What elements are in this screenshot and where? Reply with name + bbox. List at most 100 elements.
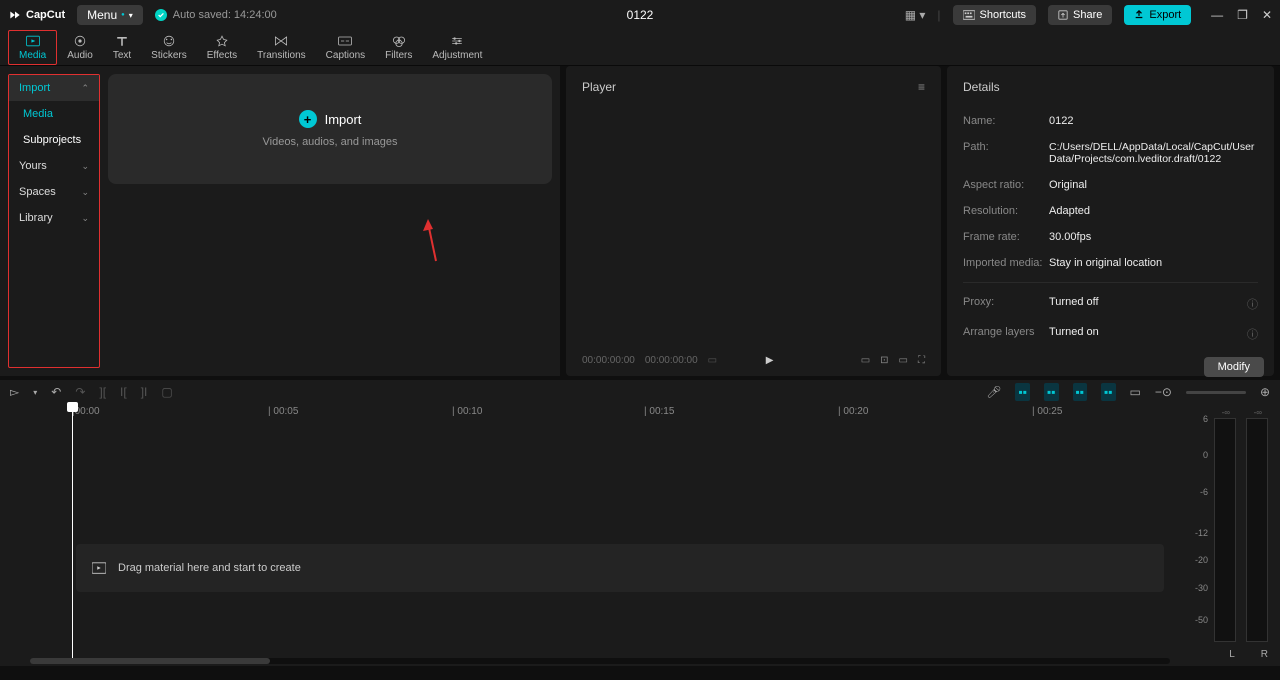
info-icon[interactable]: ⓘ [1247, 296, 1258, 312]
vu-meter: -∞ -∞ 60-6-12-20-30-50 L R [1180, 404, 1280, 666]
split-tool[interactable]: ][ [99, 385, 106, 399]
vu-label-l: L [1229, 649, 1235, 660]
mic-icon[interactable]: 🎤︎ [986, 385, 1001, 399]
tab-transitions[interactable]: Transitions [247, 30, 316, 65]
minimize-button[interactable]: — [1211, 8, 1223, 22]
details-title: Details [963, 80, 1000, 94]
maximize-button[interactable]: ❐ [1237, 8, 1248, 22]
vu-bar-right [1246, 418, 1268, 642]
detail-key-path: Path: [963, 141, 1049, 165]
close-button[interactable]: ✕ [1262, 8, 1272, 22]
chevron-down-icon: ⌄ [81, 213, 89, 224]
fullscreen-icon[interactable]: ⛶ [918, 355, 925, 366]
detail-val-fps: 30.00fps [1049, 231, 1258, 243]
detail-val-path: C:/Users/DELL/AppData/Local/CapCut/User … [1049, 141, 1258, 165]
check-icon [155, 9, 167, 21]
zoom-out-button[interactable]: −⊙ [1155, 385, 1172, 399]
menu-button[interactable]: Menu●▾ [77, 5, 143, 25]
chevron-up-icon: ⌃ [81, 83, 89, 94]
detail-val-arr: Turned on [1049, 326, 1247, 342]
zoom-slider[interactable] [1186, 391, 1246, 394]
select-mode-dropdown[interactable]: ▾ [33, 388, 37, 397]
import-title: Import [325, 112, 362, 127]
shortcuts-button[interactable]: Shortcuts [953, 5, 1036, 25]
time-total: 00:00:00:00 [645, 355, 698, 366]
media-sidebar: Import⌃ Media Subprojects Yours⌄ Spaces⌄… [8, 74, 100, 368]
details-panel: Details Name:0122 Path:C:/Users/DELL/App… [947, 66, 1274, 376]
detail-key-name: Name: [963, 115, 1049, 127]
sidebar-item-library[interactable]: Library⌄ [9, 205, 99, 231]
timeline-drop-track[interactable]: Drag material here and start to create [76, 544, 1164, 592]
timeline[interactable]: |00:00| 00:05| 00:10| 00:15| 00:20| 00:2… [0, 404, 1180, 666]
import-subtitle: Videos, audios, and images [263, 136, 398, 148]
vu-inf-l: -∞ [1222, 408, 1230, 417]
annotation-arrow-icon [418, 219, 448, 269]
toggle-2[interactable]: ▪▪ [1044, 383, 1059, 401]
drop-hint: Drag material here and start to create [118, 562, 301, 574]
detail-key-arr: Arrange layers [963, 326, 1049, 342]
media-icon [92, 562, 106, 574]
tab-filters[interactable]: Filters [375, 30, 422, 65]
import-dropzone[interactable]: + Import Videos, audios, and images [108, 74, 552, 184]
tab-adjustment[interactable]: Adjustment [422, 30, 492, 65]
vu-inf-r: -∞ [1254, 408, 1262, 417]
preview-icon[interactable]: ▭ [1130, 385, 1141, 399]
sidebar-item-subprojects[interactable]: Subprojects [9, 127, 99, 153]
tab-audio[interactable]: Audio [57, 30, 103, 65]
toggle-1[interactable]: ▪▪ [1015, 383, 1030, 401]
cut-left-tool[interactable]: I[ [120, 385, 127, 399]
modify-button[interactable]: Modify [1204, 357, 1264, 377]
info-icon[interactable]: ⓘ [1247, 326, 1258, 342]
toggle-4[interactable]: ▪▪ [1101, 383, 1116, 401]
quality-badge: ▭ [708, 355, 717, 366]
play-button[interactable]: ▶ [766, 355, 774, 366]
detail-key-aspect: Aspect ratio: [963, 179, 1049, 191]
sidebar-item-yours[interactable]: Yours⌄ [9, 153, 99, 179]
sidebar-item-media[interactable]: Media [9, 101, 99, 127]
layout-icon[interactable]: ▦ ▾ [905, 8, 926, 22]
toggle-3[interactable]: ▪▪ [1073, 383, 1088, 401]
redo-button[interactable]: ↷ [75, 385, 85, 399]
detail-val-name: 0122 [1049, 115, 1258, 127]
app-logo: CapCut [8, 8, 65, 22]
chevron-down-icon: ⌄ [81, 161, 89, 172]
vu-label-r: R [1261, 649, 1268, 660]
player-menu-icon[interactable]: ≡ [918, 80, 925, 94]
plus-icon: + [299, 110, 317, 128]
select-tool[interactable]: ▻ [10, 385, 19, 399]
player-title: Player [582, 80, 616, 94]
playhead[interactable] [72, 404, 73, 658]
timeline-scrollbar[interactable] [30, 658, 1170, 664]
undo-button[interactable]: ↶ [51, 385, 61, 399]
tab-text[interactable]: Text [103, 30, 141, 65]
cut-right-tool[interactable]: ]I [141, 385, 148, 399]
vu-bar-left [1214, 418, 1236, 642]
tab-effects[interactable]: Effects [197, 30, 247, 65]
tab-stickers[interactable]: Stickers [141, 30, 197, 65]
detail-val-aspect: Original [1049, 179, 1258, 191]
detail-val-res: Adapted [1049, 205, 1258, 217]
share-icon [1058, 10, 1068, 20]
zoom-in-button[interactable]: ⊕ [1260, 385, 1270, 399]
aspect-icon[interactable]: ▭ [899, 355, 908, 366]
autosave-status: Auto saved: 14:24:00 [155, 9, 277, 21]
project-name: 0122 [627, 8, 654, 22]
sidebar-item-spaces[interactable]: Spaces⌄ [9, 179, 99, 205]
chevron-down-icon: ⌄ [81, 187, 89, 198]
delete-tool[interactable]: ▢ [161, 385, 172, 399]
export-button[interactable]: Export [1124, 5, 1191, 25]
scale-icon[interactable]: ⊡ [880, 355, 888, 366]
detail-key-imp: Imported media: [963, 257, 1049, 269]
export-icon [1134, 10, 1144, 20]
sidebar-item-import[interactable]: Import⌃ [9, 75, 99, 101]
detail-key-res: Resolution: [963, 205, 1049, 217]
detail-val-proxy: Turned off [1049, 296, 1247, 312]
tab-captions[interactable]: Captions [316, 30, 375, 65]
detail-key-fps: Frame rate: [963, 231, 1049, 243]
tab-media[interactable]: Media [8, 30, 57, 65]
player-panel: Player ≡ 00:00:00:00 00:00:00:00 ▭ ▶ ▭ ⊡… [566, 66, 941, 376]
timeline-ruler[interactable]: |00:00| 00:05| 00:10| 00:15| 00:20| 00:2… [0, 404, 1180, 424]
detail-key-proxy: Proxy: [963, 296, 1049, 312]
ratio-icon[interactable]: ▭ [861, 355, 870, 366]
share-button[interactable]: Share [1048, 5, 1112, 25]
